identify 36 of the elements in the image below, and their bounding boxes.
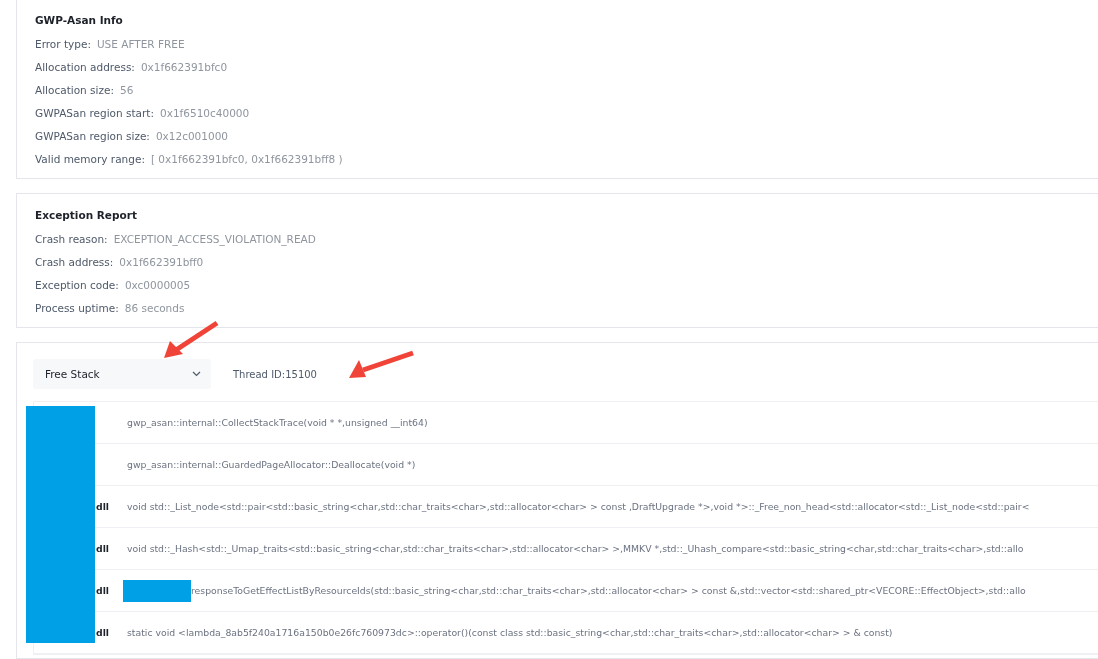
field-label: Allocation address: (35, 60, 135, 73)
field-label: Allocation size: (35, 83, 114, 96)
field-label: Exception code: (35, 278, 119, 291)
module-name: dll (96, 501, 110, 512)
arrow-annotation (162, 320, 220, 360)
function-name: static void <lambda_8ab5f240a1716a150b0e26fc760973dc>::operator()(const class std::basic_string<char,std::char_traits<char>,std::allocator<char> > & const) (127, 627, 893, 638)
field-value: 0x1f6510c40000 (160, 106, 250, 119)
field-value: USE AFTER FREE (96, 37, 185, 50)
field-value: 56 (120, 83, 134, 96)
field-value: 0xc0000005 (124, 278, 191, 291)
field-value: [ 0x1f662391bfc0, 0x1f662391bff8 ) (150, 152, 343, 165)
field-value: 0x1f662391bfc0 (140, 60, 228, 73)
chevron-down-icon (192, 371, 201, 377)
field-label: Error type: (35, 37, 91, 50)
function-name: gwp_asan::internal::GuardedPageAllocator::Deallocate(void *) (127, 459, 416, 470)
section-title: GWP-Asan Info (35, 13, 124, 28)
field-label: Process uptime: (35, 301, 119, 314)
thread-id: Thread ID:15100 (233, 368, 317, 380)
field-value: 0x1f662391bff0 (119, 255, 204, 268)
field-label: GWPASan region size: (35, 129, 150, 142)
field-label: Crash reason: (35, 232, 108, 245)
module-name: dll (96, 543, 110, 554)
field-label: GWPASan region start: (35, 106, 154, 119)
field-value: EXCEPTION_ACCESS_VIOLATION_READ (113, 232, 316, 245)
function-name: gwp_asan::internal::CollectStackTrace(void * *,unsigned __int64) (127, 417, 428, 428)
function-name: void std::_List_node<std::pair<std::basic_string<char,std::char_traits<char>,std::allocator<char> > const ,DraftUpgrade *>,void *>::_Free_non_head<std::allocator<std::_List_node<std::pair< (127, 501, 1030, 512)
function-name: responseToGetEffectListByResourceIds(std::basic_string<char,std::char_traits<char>,std::allocator<char> > const &,std::vector<std::shared_ptr<VECORE::EffectObject>,std::allo (191, 585, 1026, 596)
field-label: Valid memory range: (35, 152, 145, 165)
field-value: 0x12c001000 (155, 129, 229, 142)
stack-type-dropdown[interactable]: Free Stack (33, 359, 211, 389)
field-value: 86 seconds (124, 301, 185, 314)
field-label: Crash address: (35, 255, 114, 268)
module-name: dll (96, 627, 110, 638)
section-title: Exception Report (35, 208, 138, 223)
function-name: void std::_Hash<std::_Umap_traits<std::basic_string<char,std::char_traits<char>,std::allocator<char> >,MMKV *,std::_Uhash_compare<std::basic_string<char,std::char_traits<char>,std::allo (127, 543, 1024, 554)
module-name: dll (96, 585, 110, 596)
